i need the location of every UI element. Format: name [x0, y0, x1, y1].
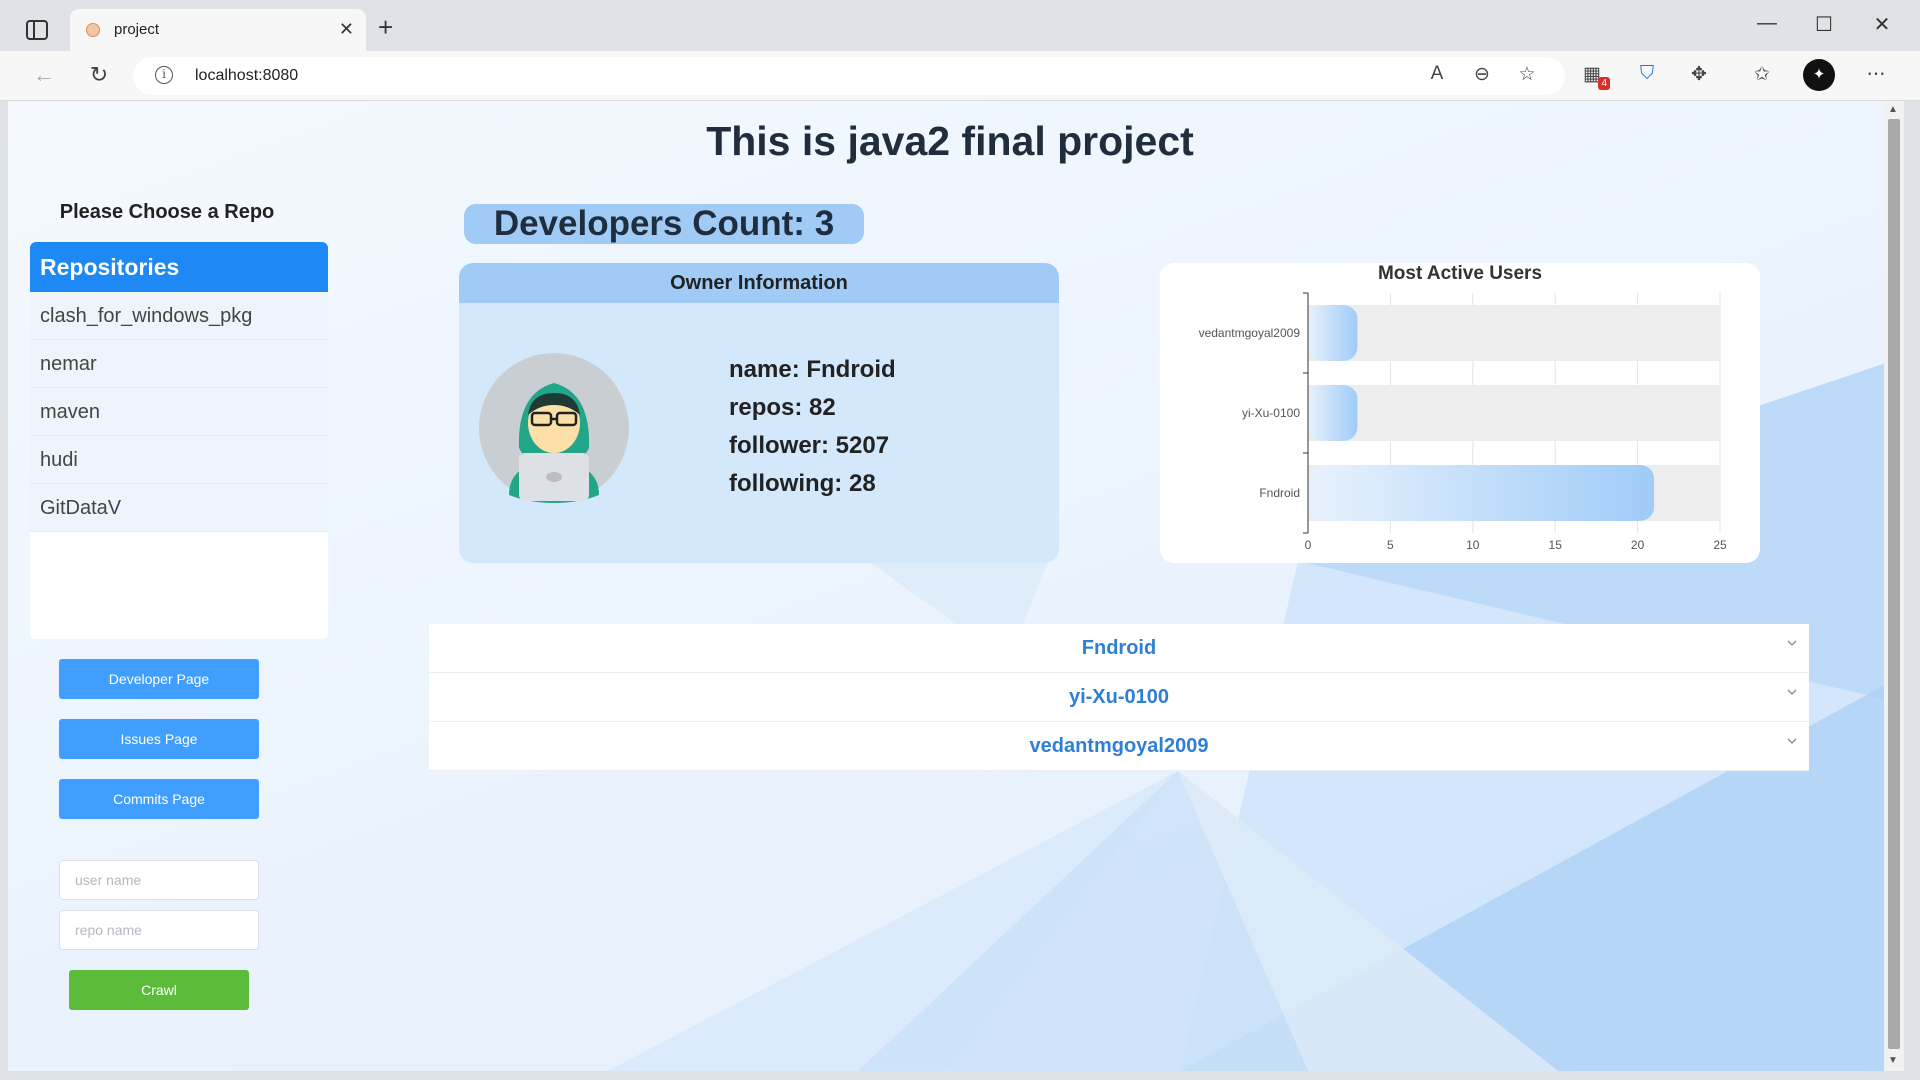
owner-following: following: 28: [729, 470, 876, 497]
puzzle-icon[interactable]: ✥: [1685, 63, 1713, 86]
more-icon[interactable]: ⋯: [1862, 63, 1890, 86]
chart-x-tick-label: 20: [1631, 538, 1645, 552]
profile-icon[interactable]: ✦: [1803, 59, 1835, 91]
issues-page-button[interactable]: Issues Page: [59, 719, 259, 759]
owner-name: name: Fndroid: [729, 356, 896, 383]
refresh-icon[interactable]: ↻: [85, 62, 113, 88]
owner-card: Owner Information name: Fndroid repos: 8…: [459, 263, 1059, 563]
window-frame-bottom: [0, 1071, 1920, 1080]
minimize-icon[interactable]: —: [1747, 12, 1787, 35]
repo-menu: Repositories clash_for_windows_pkg nemar…: [30, 242, 328, 639]
chevron-down-icon[interactable]: [1787, 736, 1797, 746]
chart-x-tick-label: 10: [1466, 538, 1480, 552]
page-viewport: This is java2 final project Please Choos…: [8, 101, 1892, 1071]
chart-category-label: Fndroid: [1259, 486, 1300, 500]
browser-titlebar: project ✕ + — ☐ ✕: [0, 0, 1920, 51]
address-bar[interactable]: i localhost:8080: [133, 57, 1565, 95]
repo-item[interactable]: nemar: [30, 340, 328, 388]
repo-item[interactable]: clash_for_windows_pkg: [30, 292, 328, 340]
shield-icon[interactable]: ⛉: [1633, 63, 1661, 85]
info-icon[interactable]: i: [155, 66, 173, 84]
extensions-icon[interactable]: ▦ 4: [1578, 63, 1610, 90]
address-bar-row: ← ↻ i localhost:8080 A ⊖ ☆ ▦ 4 ⛉ ✥ ✩ ✦ ⋯: [0, 51, 1920, 101]
most-active-users-chart: Most Active Users Fndroid yi-Xu-0100 vedan…: [1160, 263, 1760, 563]
repo-item[interactable]: maven: [30, 388, 328, 436]
owner-info: name: Fndroid repos: 82 follower: 5207 f…: [729, 351, 896, 503]
chevron-down-icon[interactable]: [1787, 638, 1797, 648]
chart-plot: Fndroid yi-Xu-0100 vedantmgoyal2009 0 5 10 15 2…: [1199, 292, 1727, 552]
repositories-header: Repositories: [30, 242, 328, 292]
chart-category-label: vedantmgoyal2009: [1199, 326, 1301, 340]
collapse-item[interactable]: yi-Xu-0100: [429, 673, 1809, 722]
owner-repos: repos: 82: [729, 394, 836, 421]
favicon-icon: [86, 23, 100, 37]
chart-category-label: yi-Xu-0100: [1242, 406, 1300, 420]
chart-x-tick-label: 5: [1387, 538, 1394, 552]
owner-followers: follower: 5207: [729, 432, 890, 459]
chart-bar: [1308, 385, 1358, 441]
chart-bar-background: [1308, 305, 1720, 361]
collapse-title[interactable]: yi-Xu-0100: [429, 673, 1809, 721]
favorite-add-icon[interactable]: ☆: [1513, 63, 1541, 86]
close-window-icon[interactable]: ✕: [1862, 12, 1902, 37]
tab-title: project: [114, 21, 160, 38]
developers-count: Developers Count: 3: [464, 204, 864, 244]
collapse-title[interactable]: vedantmgoyal2009: [429, 722, 1809, 770]
repo-name-input[interactable]: [59, 910, 259, 950]
chart-x-tick-label: 0: [1305, 538, 1312, 552]
repo-item[interactable]: GitDataV: [30, 484, 328, 532]
chart-bar: [1308, 465, 1655, 521]
collapse-item[interactable]: vedantmgoyal2009: [429, 722, 1809, 771]
commits-page-button[interactable]: Commits Page: [59, 779, 259, 819]
read-aloud-icon[interactable]: A: [1423, 63, 1451, 85]
chart-bar: [1308, 305, 1358, 361]
zoom-out-icon[interactable]: ⊖: [1468, 63, 1496, 86]
extensions-badge: 4: [1598, 77, 1610, 90]
scroll-up-icon[interactable]: ▲: [1888, 104, 1898, 115]
developer-collapse: Fndroid yi-Xu-0100 vedantmgoyal2009: [429, 624, 1809, 771]
page-scrollbar[interactable]: ▲ ▼: [1884, 101, 1904, 1071]
sidebar-icon[interactable]: [26, 20, 48, 40]
chart-x-tick-label: 25: [1713, 538, 1727, 552]
owner-header: Owner Information: [459, 263, 1059, 303]
crawl-button[interactable]: Crawl: [69, 970, 249, 1010]
avatar: [479, 353, 629, 503]
scroll-thumb[interactable]: [1888, 119, 1900, 1049]
scroll-down-icon[interactable]: ▼: [1888, 1055, 1898, 1066]
chart-x-tick-label: 15: [1549, 538, 1563, 552]
maximize-icon[interactable]: ☐: [1804, 12, 1844, 37]
favorites-icon[interactable]: ✩: [1748, 63, 1776, 86]
choose-repo-label: Please Choose a Repo: [59, 201, 275, 223]
page-title: This is java2 final project: [706, 118, 1194, 164]
url-text[interactable]: localhost:8080: [195, 67, 298, 85]
close-icon[interactable]: ✕: [339, 19, 354, 40]
collapse-item[interactable]: Fndroid: [429, 624, 1809, 673]
collapse-title[interactable]: Fndroid: [429, 624, 1809, 672]
developer-page-button[interactable]: Developer Page: [59, 659, 259, 699]
user-name-input[interactable]: [59, 860, 259, 900]
back-icon[interactable]: ←: [30, 62, 58, 88]
plus-icon[interactable]: +: [378, 14, 393, 40]
browser-tab[interactable]: project ✕: [70, 9, 366, 51]
repo-item[interactable]: hudi: [30, 436, 328, 484]
chevron-down-icon[interactable]: [1787, 687, 1797, 697]
chart-bar-background: [1308, 385, 1720, 441]
